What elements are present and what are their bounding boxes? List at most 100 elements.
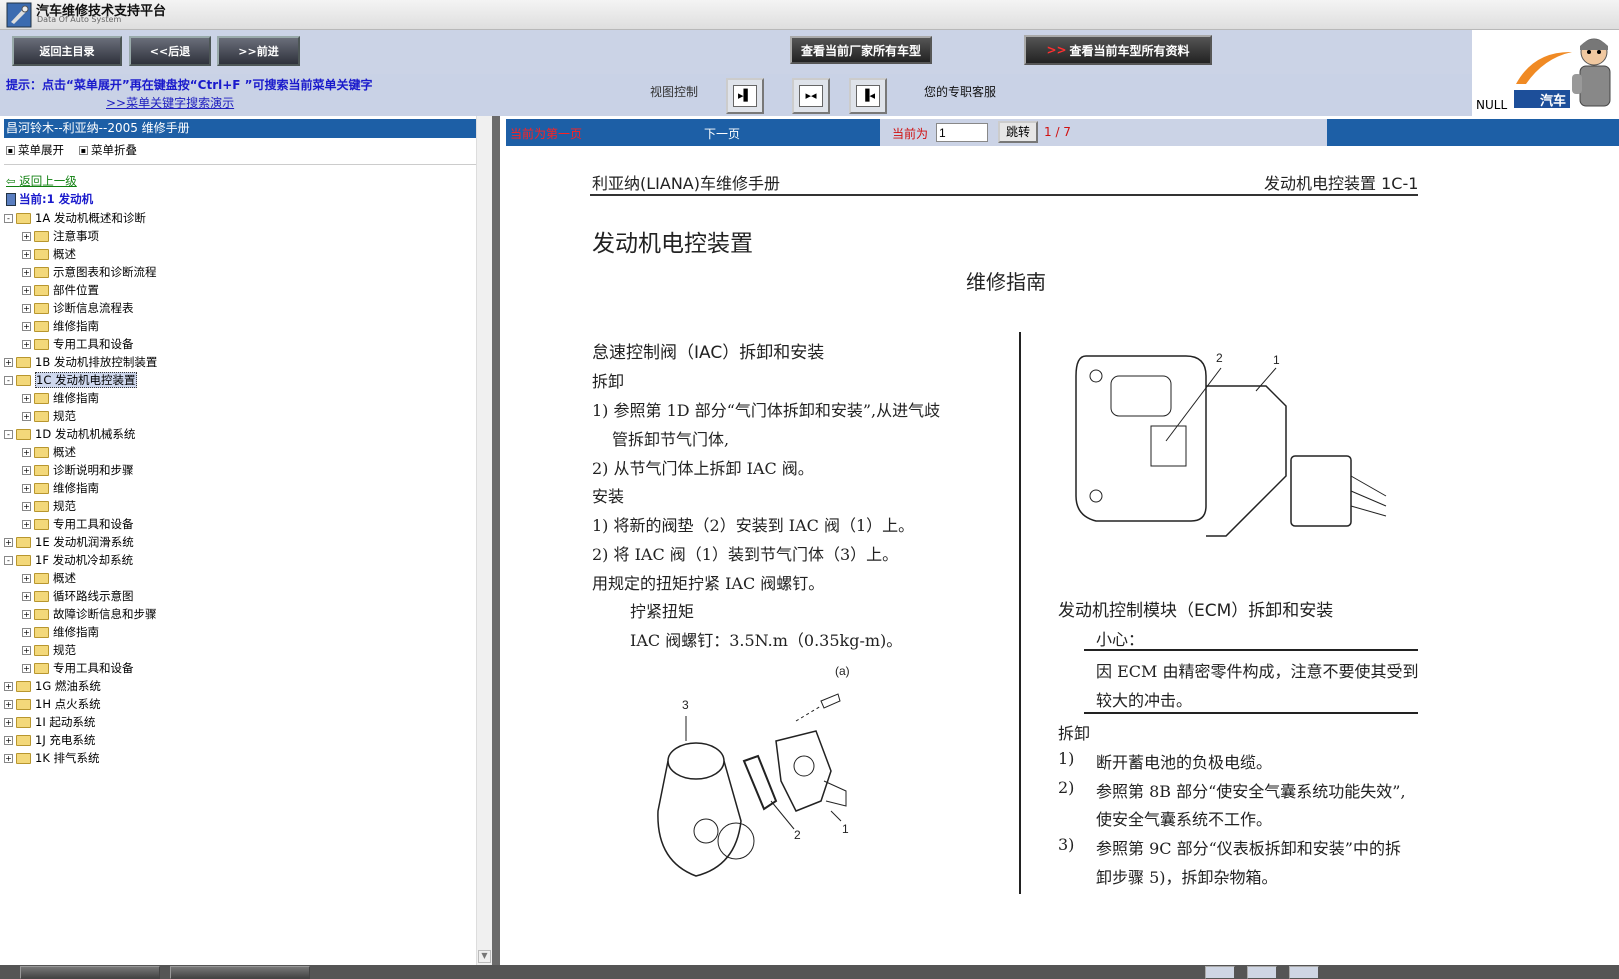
- expand-node-icon[interactable]: +: [22, 232, 31, 241]
- expand-node-icon[interactable]: +: [22, 646, 31, 655]
- collapse-node-icon[interactable]: -: [4, 376, 13, 385]
- expand-node-icon[interactable]: +: [22, 484, 31, 493]
- fig1-label-3: 3: [682, 698, 689, 712]
- expand-node-icon[interactable]: +: [22, 628, 31, 637]
- ecm-step-2b: 使安全气囊系统不工作。: [1096, 810, 1273, 829]
- expand-node-icon[interactable]: +: [22, 592, 31, 601]
- expand-node-icon[interactable]: +: [4, 754, 13, 763]
- bottom-button-1[interactable]: [20, 966, 160, 979]
- tree-node-label: 1B 发动机排放控制装置: [35, 355, 158, 369]
- expand-node-icon[interactable]: +: [4, 700, 13, 709]
- tree-node[interactable]: + 维修指南: [22, 318, 99, 335]
- collapse-node-icon[interactable]: -: [4, 430, 13, 439]
- tree-scrollbar[interactable]: ▼: [476, 116, 492, 965]
- page-number-input[interactable]: [936, 123, 988, 142]
- tree-node[interactable]: +1K 排气系统: [4, 750, 100, 767]
- tree-node[interactable]: - 1A 发动机概述和诊断: [4, 210, 146, 227]
- expand-node-icon[interactable]: +: [22, 574, 31, 583]
- tree-node[interactable]: +1G 燃油系统: [4, 678, 101, 695]
- tree-node[interactable]: +1B 发动机排放控制装置: [4, 354, 157, 371]
- tree-node[interactable]: + 注意事项: [22, 228, 99, 245]
- tree-node[interactable]: + 示意图表和诊断流程: [22, 264, 157, 281]
- back-button[interactable]: <<后退: [129, 36, 211, 66]
- tree-node[interactable]: +1E 发动机润滑系统: [4, 534, 134, 551]
- collapse-menu-button[interactable]: ▪ 菜单折叠: [79, 142, 137, 158]
- tree-node[interactable]: + 概述: [22, 444, 76, 461]
- expand-node-icon[interactable]: +: [22, 466, 31, 475]
- expand-node-icon[interactable]: +: [22, 268, 31, 277]
- expand-node-icon[interactable]: +: [22, 286, 31, 295]
- folder-icon: [34, 267, 49, 278]
- tree-node[interactable]: + 专用工具和设备: [22, 336, 134, 353]
- expand-node-icon[interactable]: +: [22, 304, 31, 313]
- bottom-view-button-2[interactable]: [1247, 966, 1277, 979]
- expand-node-icon[interactable]: +: [4, 358, 13, 367]
- expand-node-icon[interactable]: +: [22, 394, 31, 403]
- expand-node-icon[interactable]: +: [22, 664, 31, 673]
- tree-node[interactable]: + 诊断信息流程表: [22, 300, 134, 317]
- expand-node-icon[interactable]: +: [22, 340, 31, 349]
- bottom-view-button-1[interactable]: [1205, 966, 1235, 979]
- expand-node-icon[interactable]: +: [4, 682, 13, 691]
- tree-node[interactable]: +1J 充电系统: [4, 732, 95, 749]
- expand-node-icon[interactable]: +: [22, 448, 31, 457]
- all-data-button[interactable]: >> 查看当前车型所有资料: [1024, 35, 1212, 65]
- collapse-node-icon[interactable]: -: [4, 556, 13, 565]
- tree-node[interactable]: + 故障诊断信息和步骤: [22, 606, 157, 623]
- tree-node[interactable]: + 规范: [22, 642, 76, 659]
- tree-node[interactable]: + 部件位置: [22, 282, 99, 299]
- view-split-button[interactable]: ▸◂: [792, 78, 830, 114]
- tree-node[interactable]: +1I 起动系统: [4, 714, 95, 731]
- expand-node-icon[interactable]: +: [22, 412, 31, 421]
- ecm-step-1-num: 1): [1058, 749, 1075, 768]
- search-demo-link[interactable]: >>菜单关键字搜索演示: [106, 94, 234, 111]
- view-right-button[interactable]: ▸▌: [726, 78, 764, 114]
- tree-node[interactable]: + 循环路线示意图: [22, 588, 134, 605]
- folder-icon: [16, 357, 31, 368]
- expand-node-icon[interactable]: +: [4, 718, 13, 727]
- tree-node[interactable]: +1H 点火系统: [4, 696, 101, 713]
- fig2-label-1: 1: [1273, 353, 1280, 367]
- go-up-link[interactable]: ⇦ 返回上一级: [6, 173, 77, 189]
- panel-splitter[interactable]: [492, 116, 500, 965]
- tree-node[interactable]: + 专用工具和设备: [22, 660, 134, 677]
- iac-valve-figure: [1075, 355, 1387, 537]
- forward-button[interactable]: >>前进: [217, 36, 300, 66]
- tree-node-label: 部件位置: [53, 283, 99, 297]
- tree-node-label: 1D 发动机机械系统: [35, 427, 136, 441]
- next-page-link[interactable]: 下一页: [704, 125, 740, 142]
- expand-node-icon[interactable]: +: [4, 736, 13, 745]
- tree-node[interactable]: - 1C 发动机电控装置: [4, 372, 137, 389]
- folder-icon: [34, 591, 49, 602]
- home-button[interactable]: 返回主目录: [12, 36, 122, 66]
- bottom-button-2[interactable]: [170, 966, 310, 979]
- tree-node[interactable]: - 1D 发动机机械系统: [4, 426, 135, 443]
- jump-button[interactable]: 跳转: [998, 121, 1038, 143]
- expand-node-icon[interactable]: +: [22, 502, 31, 511]
- tree-node[interactable]: + 概述: [22, 570, 76, 587]
- tree-node[interactable]: + 维修指南: [22, 480, 99, 497]
- expand-node-icon[interactable]: +: [22, 322, 31, 331]
- expand-node-icon[interactable]: +: [22, 250, 31, 259]
- view-left-button[interactable]: ▐◂: [849, 78, 887, 114]
- tree-node[interactable]: + 专用工具和设备: [22, 516, 134, 533]
- expand-node-icon[interactable]: +: [22, 520, 31, 529]
- collapse-node-icon[interactable]: -: [4, 214, 13, 223]
- removal-step-1a: 1) 参照第 1D 部分“气门体拆卸和安装”,从进气歧: [592, 401, 941, 420]
- tree-node[interactable]: + 规范: [22, 408, 76, 425]
- tree-node[interactable]: - 1F 发动机冷却系统: [4, 552, 133, 569]
- tree-node[interactable]: + 规范: [22, 498, 76, 515]
- tree-node[interactable]: + 概述: [22, 246, 76, 263]
- expand-node-icon[interactable]: +: [22, 610, 31, 619]
- double-arrow-icon: >>: [1046, 43, 1067, 57]
- scroll-down-icon[interactable]: ▼: [478, 950, 491, 963]
- bottom-view-button-3[interactable]: [1289, 966, 1319, 979]
- tree-node[interactable]: + 维修指南: [22, 624, 99, 641]
- column-divider: [1019, 332, 1021, 894]
- tree-node[interactable]: + 维修指南: [22, 390, 99, 407]
- tree-node[interactable]: + 诊断说明和步骤: [22, 462, 134, 479]
- all-models-button[interactable]: 查看当前厂家所有车型: [790, 36, 932, 64]
- expand-node-icon[interactable]: +: [4, 538, 13, 547]
- folder-icon: [34, 411, 49, 422]
- expand-menu-button[interactable]: ▪ 菜单展开: [6, 142, 64, 158]
